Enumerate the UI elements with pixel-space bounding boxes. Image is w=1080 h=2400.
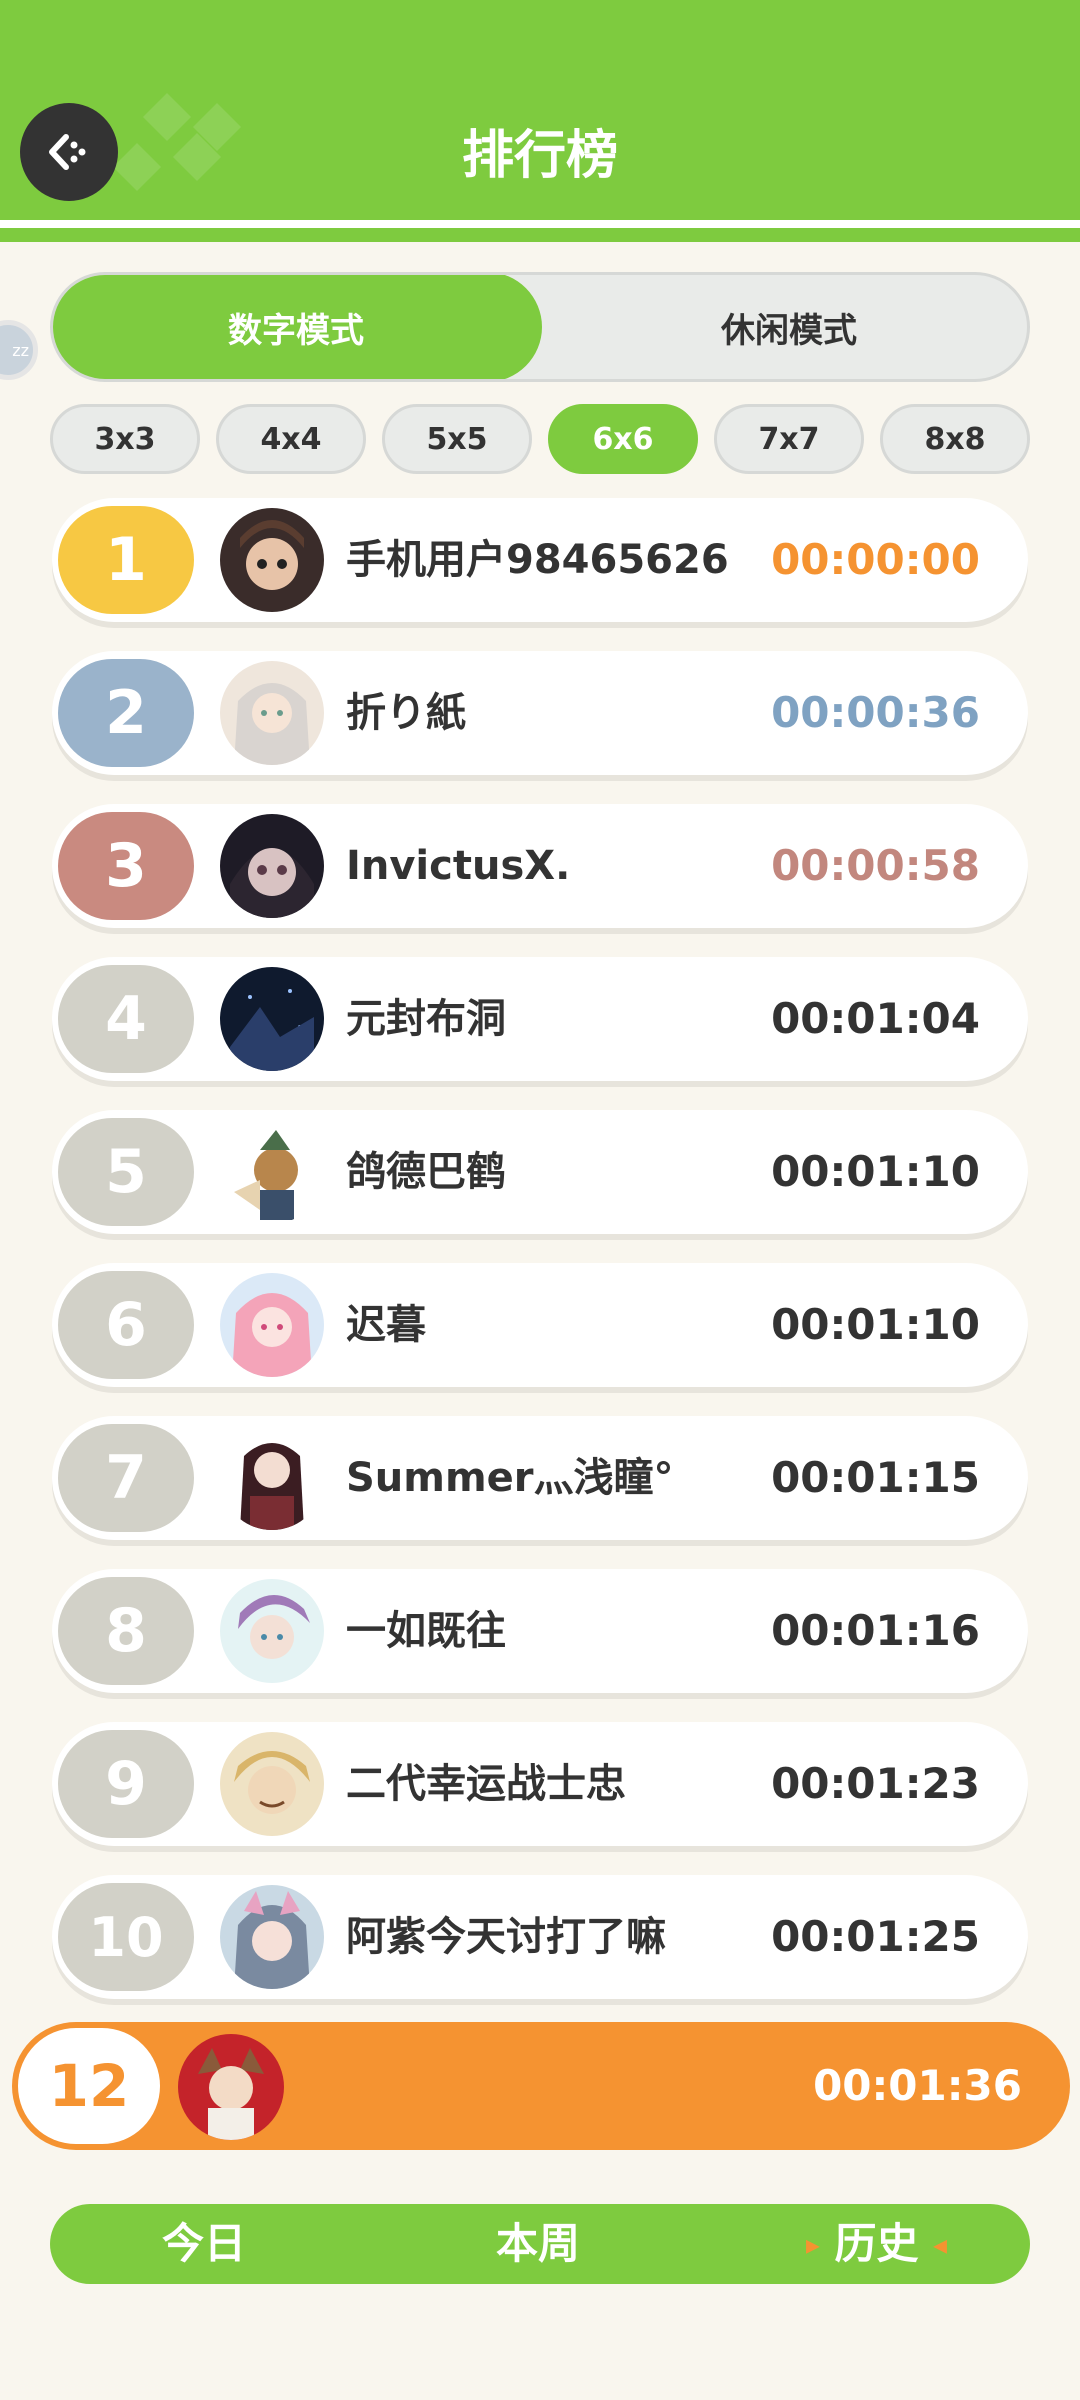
header-bar: 排行榜 (0, 0, 1080, 242)
tab-this-week[interactable]: 本周 (496, 2204, 580, 2284)
avatar (220, 1120, 324, 1224)
my-time: 00:01:36 (813, 2061, 1022, 2110)
size-4x4-button[interactable]: 4x4 (216, 404, 366, 474)
tab-today[interactable]: 今日 (162, 2204, 246, 2284)
tab-casual-mode[interactable]: 休闲模式 (543, 275, 1027, 379)
size-3x3-button[interactable]: 3x3 (50, 404, 200, 474)
rank-badge: 8 (58, 1577, 194, 1685)
size-7x7-button[interactable]: 7x7 (714, 404, 864, 474)
player-time: 00:01:10 (771, 1147, 980, 1196)
size-6x6-button[interactable]: 6x6 (548, 404, 698, 474)
avatar (220, 814, 324, 918)
my-rank-row[interactable]: 12 00:01:36 (12, 2022, 1070, 2150)
player-time: 00:00:58 (771, 841, 980, 890)
leaderboard-row[interactable]: 1 手机用户98465626 00:00:00 (52, 498, 1028, 622)
player-name: 迟暮 (346, 1302, 426, 1348)
rank-badge: 5 (58, 1118, 194, 1226)
avatar (220, 1885, 324, 1989)
period-switch: 今日 本周 ▶ 历史 ◀ (50, 2204, 1030, 2284)
player-name: InvictusX. (346, 843, 571, 889)
tab-number-mode[interactable]: 数字模式 (53, 275, 542, 379)
my-rank-badge: 12 (18, 2028, 160, 2144)
player-name: Summer灬浅瞳° (346, 1455, 674, 1501)
leaderboard-row[interactable]: 7 Summer灬浅瞳° 00:01:15 (52, 1416, 1028, 1540)
leaderboard-row[interactable]: 5 鸽德巴鹤 00:01:10 (52, 1110, 1028, 1234)
rank-badge: 6 (58, 1271, 194, 1379)
page-title: 排行榜 (461, 126, 618, 186)
leaderboard-row[interactable]: 10 阿紫今天讨打了嘛 00:01:25 (52, 1875, 1028, 1999)
player-name: 元封布洞 (346, 996, 506, 1042)
my-avatar (178, 2034, 284, 2140)
rank-badge: 9 (58, 1730, 194, 1838)
player-time: 00:01:10 (771, 1300, 980, 1349)
rank-badge: 1 (58, 506, 194, 614)
side-avatar[interactable]: zz (0, 320, 38, 380)
header-divider (0, 220, 1080, 228)
player-name: 阿紫今天讨打了嘛 (346, 1914, 666, 1960)
rank-badge: 3 (58, 812, 194, 920)
leaderboard-row[interactable]: 4 元封布洞 00:01:04 (52, 957, 1028, 1081)
leaderboard-row[interactable]: 9 二代幸运战士忠 00:01:23 (52, 1722, 1028, 1846)
player-time: 00:00:36 (771, 688, 980, 737)
rank-badge: 4 (58, 965, 194, 1073)
player-time: 00:01:23 (771, 1759, 980, 1808)
player-time: 00:01:16 (771, 1606, 980, 1655)
player-time: 00:00:00 (771, 535, 980, 584)
avatar (220, 1426, 324, 1530)
tab-history-label: 历史 (834, 2219, 919, 2268)
player-name: 二代幸运战士忠 (346, 1761, 626, 1807)
avatar (220, 1579, 324, 1683)
grid-size-selector: 3x3 4x4 5x5 6x6 7x7 8x8 (50, 404, 1030, 474)
player-name: 一如既往 (346, 1608, 506, 1654)
player-name: 折り紙 (346, 690, 466, 736)
size-5x5-button[interactable]: 5x5 (382, 404, 532, 474)
leaderboard-row[interactable]: 3 InvictusX. 00:00:58 (52, 804, 1028, 928)
leaderboard-row[interactable]: 2 折り紙 00:00:36 (52, 651, 1028, 775)
mode-toggle: 数字模式 休闲模式 (50, 272, 1030, 382)
caret-right-icon: ▶ (806, 2235, 820, 2257)
player-name: 手机用户98465626 (346, 537, 729, 583)
leaderboard-row[interactable]: 8 一如既往 00:01:16 (52, 1569, 1028, 1693)
avatar (220, 661, 324, 765)
avatar (220, 967, 324, 1071)
rank-badge: 2 (58, 659, 194, 767)
avatar (220, 508, 324, 612)
player-time: 00:01:04 (771, 994, 980, 1043)
rank-badge: 10 (58, 1883, 194, 1991)
caret-left-icon: ◀ (933, 2235, 947, 2257)
size-8x8-button[interactable]: 8x8 (880, 404, 1030, 474)
avatar (220, 1273, 324, 1377)
avatar (220, 1732, 324, 1836)
leaderboard-row[interactable]: 6 迟暮 00:01:10 (52, 1263, 1028, 1387)
tab-history[interactable]: ▶ 历史 ◀ (806, 2204, 947, 2284)
player-name: 鸽德巴鹤 (346, 1149, 506, 1195)
player-time: 00:01:15 (771, 1453, 980, 1502)
rank-badge: 7 (58, 1424, 194, 1532)
player-time: 00:01:25 (771, 1912, 980, 1961)
header-stripe (0, 230, 1080, 242)
